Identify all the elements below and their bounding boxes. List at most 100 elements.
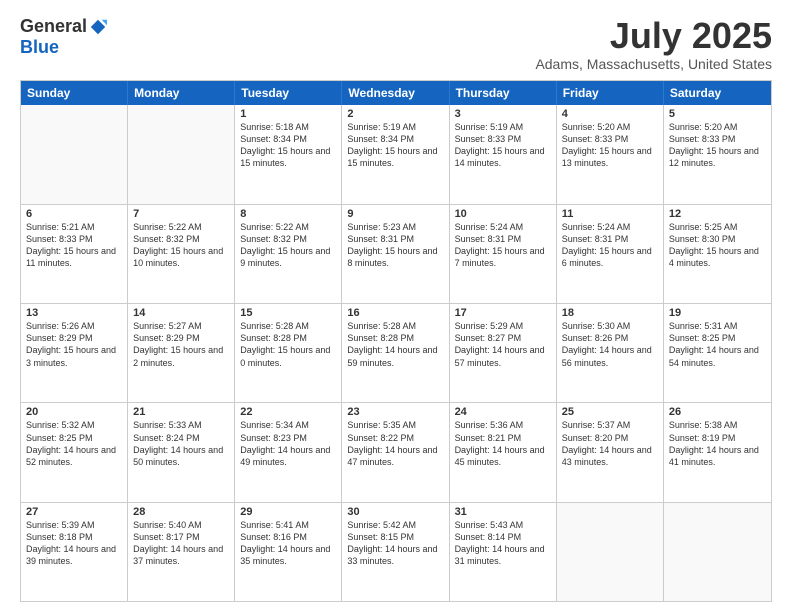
day-number: 8 xyxy=(240,208,336,220)
title-block: July 2025 Adams, Massachusetts, United S… xyxy=(535,16,772,72)
day-number: 15 xyxy=(240,307,336,319)
calendar-cell: 10Sunrise: 5:24 AM Sunset: 8:31 PM Dayli… xyxy=(450,205,557,303)
day-info: Sunrise: 5:18 AM Sunset: 8:34 PM Dayligh… xyxy=(240,121,336,170)
calendar-cell xyxy=(664,503,771,601)
day-info: Sunrise: 5:39 AM Sunset: 8:18 PM Dayligh… xyxy=(26,519,122,568)
day-number: 10 xyxy=(455,208,551,220)
calendar-cell: 28Sunrise: 5:40 AM Sunset: 8:17 PM Dayli… xyxy=(128,503,235,601)
day-number: 13 xyxy=(26,307,122,319)
calendar-cell: 22Sunrise: 5:34 AM Sunset: 8:23 PM Dayli… xyxy=(235,403,342,501)
day-info: Sunrise: 5:29 AM Sunset: 8:27 PM Dayligh… xyxy=(455,320,551,369)
day-info: Sunrise: 5:31 AM Sunset: 8:25 PM Dayligh… xyxy=(669,320,766,369)
day-info: Sunrise: 5:37 AM Sunset: 8:20 PM Dayligh… xyxy=(562,419,658,468)
day-number: 14 xyxy=(133,307,229,319)
day-info: Sunrise: 5:34 AM Sunset: 8:23 PM Dayligh… xyxy=(240,419,336,468)
day-number: 3 xyxy=(455,108,551,120)
day-info: Sunrise: 5:28 AM Sunset: 8:28 PM Dayligh… xyxy=(240,320,336,369)
weekday-header: Saturday xyxy=(664,81,771,105)
header: General Blue July 2025 Adams, Massachuse… xyxy=(20,16,772,72)
calendar-cell: 13Sunrise: 5:26 AM Sunset: 8:29 PM Dayli… xyxy=(21,304,128,402)
day-number: 20 xyxy=(26,406,122,418)
calendar-cell: 5Sunrise: 5:20 AM Sunset: 8:33 PM Daylig… xyxy=(664,105,771,204)
calendar-cell: 27Sunrise: 5:39 AM Sunset: 8:18 PM Dayli… xyxy=(21,503,128,601)
day-info: Sunrise: 5:25 AM Sunset: 8:30 PM Dayligh… xyxy=(669,221,766,270)
calendar-header: SundayMondayTuesdayWednesdayThursdayFrid… xyxy=(21,81,771,105)
calendar-cell: 15Sunrise: 5:28 AM Sunset: 8:28 PM Dayli… xyxy=(235,304,342,402)
calendar-week: 20Sunrise: 5:32 AM Sunset: 8:25 PM Dayli… xyxy=(21,402,771,501)
calendar-cell: 14Sunrise: 5:27 AM Sunset: 8:29 PM Dayli… xyxy=(128,304,235,402)
calendar-cell: 1Sunrise: 5:18 AM Sunset: 8:34 PM Daylig… xyxy=(235,105,342,204)
calendar-cell: 24Sunrise: 5:36 AM Sunset: 8:21 PM Dayli… xyxy=(450,403,557,501)
day-info: Sunrise: 5:40 AM Sunset: 8:17 PM Dayligh… xyxy=(133,519,229,568)
day-number: 4 xyxy=(562,108,658,120)
calendar-cell: 18Sunrise: 5:30 AM Sunset: 8:26 PM Dayli… xyxy=(557,304,664,402)
day-info: Sunrise: 5:27 AM Sunset: 8:29 PM Dayligh… xyxy=(133,320,229,369)
day-info: Sunrise: 5:22 AM Sunset: 8:32 PM Dayligh… xyxy=(240,221,336,270)
day-number: 25 xyxy=(562,406,658,418)
day-number: 21 xyxy=(133,406,229,418)
calendar-week: 13Sunrise: 5:26 AM Sunset: 8:29 PM Dayli… xyxy=(21,303,771,402)
day-info: Sunrise: 5:20 AM Sunset: 8:33 PM Dayligh… xyxy=(669,121,766,170)
calendar-cell: 19Sunrise: 5:31 AM Sunset: 8:25 PM Dayli… xyxy=(664,304,771,402)
calendar-cell: 29Sunrise: 5:41 AM Sunset: 8:16 PM Dayli… xyxy=(235,503,342,601)
day-info: Sunrise: 5:19 AM Sunset: 8:33 PM Dayligh… xyxy=(455,121,551,170)
day-number: 28 xyxy=(133,506,229,518)
calendar-cell: 25Sunrise: 5:37 AM Sunset: 8:20 PM Dayli… xyxy=(557,403,664,501)
day-number: 2 xyxy=(347,108,443,120)
day-info: Sunrise: 5:26 AM Sunset: 8:29 PM Dayligh… xyxy=(26,320,122,369)
calendar-cell: 20Sunrise: 5:32 AM Sunset: 8:25 PM Dayli… xyxy=(21,403,128,501)
calendar-cell xyxy=(21,105,128,204)
day-number: 31 xyxy=(455,506,551,518)
calendar-cell: 9Sunrise: 5:23 AM Sunset: 8:31 PM Daylig… xyxy=(342,205,449,303)
day-info: Sunrise: 5:28 AM Sunset: 8:28 PM Dayligh… xyxy=(347,320,443,369)
calendar-cell: 2Sunrise: 5:19 AM Sunset: 8:34 PM Daylig… xyxy=(342,105,449,204)
calendar-cell xyxy=(128,105,235,204)
day-number: 17 xyxy=(455,307,551,319)
calendar-cell: 12Sunrise: 5:25 AM Sunset: 8:30 PM Dayli… xyxy=(664,205,771,303)
day-info: Sunrise: 5:38 AM Sunset: 8:19 PM Dayligh… xyxy=(669,419,766,468)
day-info: Sunrise: 5:24 AM Sunset: 8:31 PM Dayligh… xyxy=(562,221,658,270)
weekday-header: Tuesday xyxy=(235,81,342,105)
calendar-cell: 30Sunrise: 5:42 AM Sunset: 8:15 PM Dayli… xyxy=(342,503,449,601)
day-info: Sunrise: 5:35 AM Sunset: 8:22 PM Dayligh… xyxy=(347,419,443,468)
calendar-week: 27Sunrise: 5:39 AM Sunset: 8:18 PM Dayli… xyxy=(21,502,771,601)
day-info: Sunrise: 5:23 AM Sunset: 8:31 PM Dayligh… xyxy=(347,221,443,270)
logo: General Blue xyxy=(20,16,107,58)
weekday-header: Sunday xyxy=(21,81,128,105)
day-info: Sunrise: 5:22 AM Sunset: 8:32 PM Dayligh… xyxy=(133,221,229,270)
day-number: 18 xyxy=(562,307,658,319)
day-number: 9 xyxy=(347,208,443,220)
calendar-cell: 8Sunrise: 5:22 AM Sunset: 8:32 PM Daylig… xyxy=(235,205,342,303)
calendar-cell: 17Sunrise: 5:29 AM Sunset: 8:27 PM Dayli… xyxy=(450,304,557,402)
calendar-cell: 6Sunrise: 5:21 AM Sunset: 8:33 PM Daylig… xyxy=(21,205,128,303)
day-info: Sunrise: 5:19 AM Sunset: 8:34 PM Dayligh… xyxy=(347,121,443,170)
day-number: 30 xyxy=(347,506,443,518)
day-number: 24 xyxy=(455,406,551,418)
day-info: Sunrise: 5:41 AM Sunset: 8:16 PM Dayligh… xyxy=(240,519,336,568)
day-info: Sunrise: 5:20 AM Sunset: 8:33 PM Dayligh… xyxy=(562,121,658,170)
day-number: 29 xyxy=(240,506,336,518)
page: General Blue July 2025 Adams, Massachuse… xyxy=(0,0,792,612)
day-info: Sunrise: 5:21 AM Sunset: 8:33 PM Dayligh… xyxy=(26,221,122,270)
weekday-header: Thursday xyxy=(450,81,557,105)
weekday-header: Monday xyxy=(128,81,235,105)
day-info: Sunrise: 5:42 AM Sunset: 8:15 PM Dayligh… xyxy=(347,519,443,568)
calendar-week: 1Sunrise: 5:18 AM Sunset: 8:34 PM Daylig… xyxy=(21,105,771,204)
day-number: 11 xyxy=(562,208,658,220)
calendar-body: 1Sunrise: 5:18 AM Sunset: 8:34 PM Daylig… xyxy=(21,105,771,601)
weekday-header: Friday xyxy=(557,81,664,105)
day-number: 12 xyxy=(669,208,766,220)
day-number: 16 xyxy=(347,307,443,319)
day-info: Sunrise: 5:33 AM Sunset: 8:24 PM Dayligh… xyxy=(133,419,229,468)
calendar-cell: 11Sunrise: 5:24 AM Sunset: 8:31 PM Dayli… xyxy=(557,205,664,303)
day-number: 5 xyxy=(669,108,766,120)
calendar: SundayMondayTuesdayWednesdayThursdayFrid… xyxy=(20,80,772,602)
day-number: 23 xyxy=(347,406,443,418)
day-number: 26 xyxy=(669,406,766,418)
location: Adams, Massachusetts, United States xyxy=(535,56,772,72)
calendar-cell: 16Sunrise: 5:28 AM Sunset: 8:28 PM Dayli… xyxy=(342,304,449,402)
calendar-cell xyxy=(557,503,664,601)
month-title: July 2025 xyxy=(535,16,772,56)
calendar-cell: 21Sunrise: 5:33 AM Sunset: 8:24 PM Dayli… xyxy=(128,403,235,501)
calendar-cell: 3Sunrise: 5:19 AM Sunset: 8:33 PM Daylig… xyxy=(450,105,557,204)
